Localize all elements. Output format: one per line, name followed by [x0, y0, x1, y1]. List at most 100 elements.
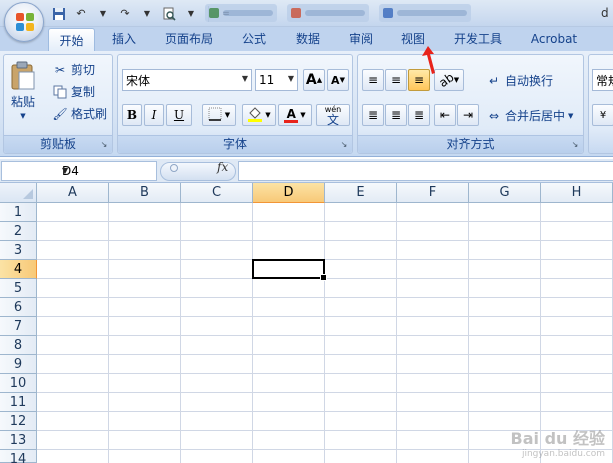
align-center-button[interactable]: ≣	[385, 104, 407, 126]
row-header[interactable]: 10	[0, 374, 37, 393]
window-tab[interactable]	[205, 4, 277, 22]
column-header[interactable]: B	[109, 183, 181, 203]
row-header[interactable]: 11	[0, 393, 37, 412]
tab-formulas[interactable]: 公式	[232, 27, 276, 51]
phonetic-button[interactable]: wén 文	[316, 104, 350, 126]
column-header[interactable]: A	[37, 183, 109, 203]
gridline	[37, 411, 613, 412]
gridline	[468, 203, 469, 463]
align-left-button[interactable]: ≣	[362, 104, 384, 126]
gridline	[37, 221, 613, 222]
select-all-button[interactable]	[0, 183, 37, 203]
gridline	[252, 203, 253, 463]
wrap-text-button[interactable]: ↵ 自动换行	[486, 72, 553, 89]
row-header[interactable]: 7	[0, 317, 37, 336]
column-header[interactable]: C	[181, 183, 253, 203]
undo-icon[interactable]: ↶	[72, 5, 90, 23]
row-header[interactable]: 3	[0, 241, 37, 260]
row-header[interactable]: 9	[0, 355, 37, 374]
fill-color-button[interactable]: ▼	[242, 104, 276, 126]
chevron-down-icon[interactable]: ▼	[138, 5, 156, 23]
dialog-launcher-icon[interactable]: ↘	[570, 140, 580, 150]
print-preview-icon[interactable]	[160, 5, 178, 23]
row-header-selected[interactable]: 4	[0, 260, 37, 279]
redo-icon[interactable]: ↷	[116, 5, 134, 23]
formula-input[interactable]	[238, 161, 613, 181]
chevron-down-icon[interactable]: ▼	[182, 5, 200, 23]
align-right-icon: ≣	[413, 108, 425, 122]
tab-home[interactable]: 开始	[48, 28, 95, 52]
insert-function-button[interactable]: fx	[217, 160, 228, 174]
grow-font-button[interactable]: A ▲	[303, 69, 325, 91]
save-icon[interactable]	[50, 5, 68, 23]
borders-icon	[208, 107, 222, 124]
worksheet-grid[interactable]: A B C D E F G H 1 2 3 4 5 6 7 8 9 10 11 …	[0, 183, 613, 463]
decrease-indent-button[interactable]: ⇤	[434, 104, 456, 126]
underline-button[interactable]: U	[166, 104, 192, 126]
increase-indent-button[interactable]: ⇥	[457, 104, 479, 126]
window-tab[interactable]	[287, 4, 369, 22]
font-name-value: 宋体	[126, 73, 151, 88]
gridline	[37, 297, 613, 298]
column-header[interactable]: H	[541, 183, 613, 203]
copy-button[interactable]: 复制	[52, 83, 95, 100]
row-header[interactable]: 13	[0, 431, 37, 450]
name-box[interactable]: D4 ▼	[1, 161, 157, 181]
ribbon-tabs: 开始 插入 页面布局 公式 数据 审阅 视图 开发工具 Acrobat	[0, 27, 613, 52]
chevron-down-icon[interactable]: ▼	[94, 5, 112, 23]
dialog-launcher-icon[interactable]: ↘	[99, 140, 109, 150]
row-header[interactable]: 12	[0, 412, 37, 431]
align-top-button[interactable]: ≡	[362, 69, 384, 91]
watermark-brand: Bai du 经验	[510, 429, 605, 448]
window-tab[interactable]	[379, 4, 471, 22]
row-header[interactable]: 1	[0, 203, 37, 222]
column-header[interactable]: F	[397, 183, 469, 203]
shrink-font-button[interactable]: A ▼	[327, 69, 349, 91]
alignment-group-label: 对齐方式	[358, 135, 583, 153]
tab-insert[interactable]: 插入	[104, 27, 144, 51]
font-color-button[interactable]: A ▼	[278, 104, 312, 126]
gridline	[37, 373, 613, 374]
clipboard-icon	[11, 61, 35, 90]
column-header[interactable]: E	[325, 183, 397, 203]
tab-acrobat[interactable]: Acrobat	[524, 27, 584, 51]
italic-button[interactable]: I	[144, 104, 164, 126]
row-header[interactable]: 14	[0, 450, 37, 463]
merge-center-button[interactable]: ⇔ 合并后居中 ▼	[486, 107, 573, 124]
tab-data[interactable]: 数据	[286, 27, 330, 51]
align-left-icon: ≣	[367, 108, 379, 122]
bold-button[interactable]: B	[122, 104, 142, 126]
phonetic-icon: 文	[326, 113, 339, 127]
row-header[interactable]: 5	[0, 279, 37, 298]
column-header[interactable]: G	[469, 183, 541, 203]
paste-button[interactable]: 粘贴 ▼	[10, 61, 36, 120]
wrap-text-label: 自动换行	[505, 74, 554, 88]
title-bar: ↶ ▼ ↷ ▼ ▼ = d	[0, 0, 613, 27]
tab-developer[interactable]: 开发工具	[446, 27, 510, 51]
shrink-font-label: A	[331, 73, 340, 87]
font-color-icon: A	[284, 108, 299, 123]
chevron-down-icon: ▼	[300, 111, 306, 119]
dialog-launcher-icon[interactable]: ↘	[339, 140, 349, 150]
tab-page-layout[interactable]: 页面布局	[158, 27, 220, 51]
borders-button[interactable]: ▼	[202, 104, 236, 126]
number-format-combo[interactable]: 常规	[592, 69, 613, 91]
gridline	[37, 259, 613, 260]
font-size-combo[interactable]: 11 ▼	[255, 69, 298, 91]
format-painter-button[interactable]: 🖌 格式刷	[52, 105, 107, 122]
align-middle-button[interactable]: ≡	[385, 69, 407, 91]
align-right-button[interactable]: ≣	[408, 104, 430, 126]
grow-font-label: A	[305, 72, 317, 88]
column-header-selected[interactable]: D	[253, 183, 325, 203]
office-button[interactable]	[4, 2, 44, 42]
format-painter-label: 格式刷	[71, 107, 108, 121]
font-name-combo[interactable]: 宋体 ▼	[122, 69, 252, 91]
cut-button[interactable]: ✂ 剪切	[52, 61, 95, 78]
row-header[interactable]: 2	[0, 222, 37, 241]
accounting-format-button[interactable]: ¥	[592, 104, 613, 126]
row-header[interactable]: 8	[0, 336, 37, 355]
tab-review[interactable]: 审阅	[339, 27, 383, 51]
row-header[interactable]: 6	[0, 298, 37, 317]
office-logo-icon	[16, 13, 34, 31]
active-cell-d4[interactable]	[252, 259, 327, 281]
